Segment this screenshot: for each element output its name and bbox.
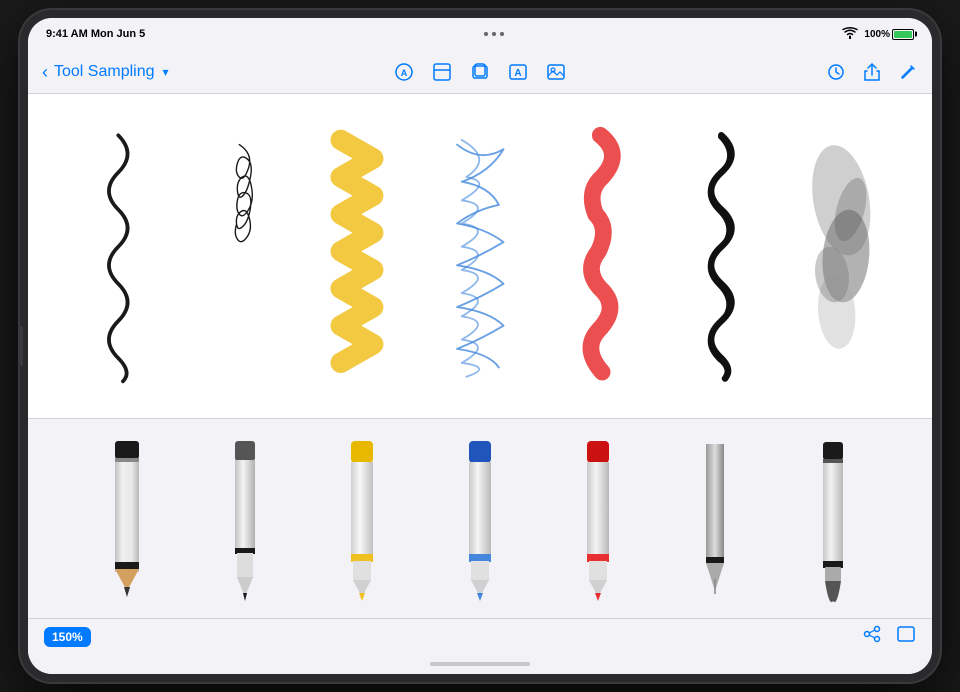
svg-text:A: A	[401, 68, 408, 78]
toolbar-center: A	[334, 62, 626, 82]
tool-pencil[interactable]	[102, 434, 152, 604]
status-time: 9:41 AM Mon Jun 5	[46, 28, 145, 40]
ipad-frame: 9:41 AM Mon Jun 5 100%	[20, 10, 940, 682]
toolbar: ‹ Tool Sampling ▾ A	[28, 50, 932, 94]
strokes-area	[28, 94, 932, 418]
stroke-pencil-blue	[420, 114, 541, 398]
document-title: Tool Sampling	[54, 63, 155, 81]
title-dropdown-icon[interactable]: ▾	[163, 65, 169, 79]
image-icon[interactable]	[546, 62, 566, 82]
stroke-ink-gray	[781, 114, 902, 398]
share-diagram-icon[interactable]	[862, 624, 882, 649]
status-icons: 100%	[842, 27, 914, 42]
stroke-pencil-squiggle	[58, 114, 179, 398]
toolbar-left: ‹ Tool Sampling ▾	[42, 63, 334, 81]
dot3	[500, 32, 504, 36]
back-button[interactable]: ‹	[42, 63, 48, 81]
page-view-icon[interactable]	[896, 624, 916, 649]
share-icon[interactable]	[862, 62, 882, 82]
stroke-marker-yellow	[299, 114, 420, 398]
battery-container: 100%	[864, 29, 914, 40]
stroke-marker-red	[540, 114, 661, 398]
tool-marker-blue[interactable]	[455, 434, 505, 604]
autoshape-icon[interactable]: A	[394, 62, 414, 82]
canvas-area[interactable]	[28, 94, 932, 618]
toolbar-right	[626, 62, 918, 82]
dot1	[484, 32, 488, 36]
layers-icon[interactable]	[470, 62, 490, 82]
zoom-badge[interactable]: 150%	[44, 627, 91, 647]
svg-text:A: A	[514, 68, 521, 79]
layout-icon[interactable]	[432, 62, 452, 82]
wifi-icon	[842, 27, 858, 42]
edit-icon[interactable]	[898, 62, 918, 82]
text-icon[interactable]: A	[508, 62, 528, 82]
tool-fountain-pen[interactable]	[690, 434, 740, 604]
home-bar	[430, 662, 530, 666]
tool-brush[interactable]	[808, 434, 858, 604]
tool-pen[interactable]	[220, 434, 270, 604]
tool-marker-yellow[interactable]	[337, 434, 387, 604]
dot2	[492, 32, 496, 36]
status-bar: 9:41 AM Mon Jun 5 100%	[28, 18, 932, 50]
status-center-dots	[484, 32, 504, 36]
home-indicator	[28, 654, 932, 674]
ipad-screen: 9:41 AM Mon Jun 5 100%	[28, 18, 932, 674]
side-button	[20, 326, 23, 366]
stroke-pen-loops	[179, 114, 300, 398]
tools-palette	[28, 418, 932, 618]
battery-icon	[892, 29, 914, 40]
bottom-right-icons	[862, 624, 916, 649]
stroke-brush-black	[661, 114, 782, 398]
bottom-bar: 150%	[28, 618, 932, 654]
history-icon[interactable]	[826, 62, 846, 82]
tool-marker-red[interactable]	[573, 434, 623, 604]
back-chevron-icon: ‹	[42, 63, 48, 81]
battery-text: 100%	[864, 29, 890, 40]
battery-fill	[894, 31, 912, 38]
